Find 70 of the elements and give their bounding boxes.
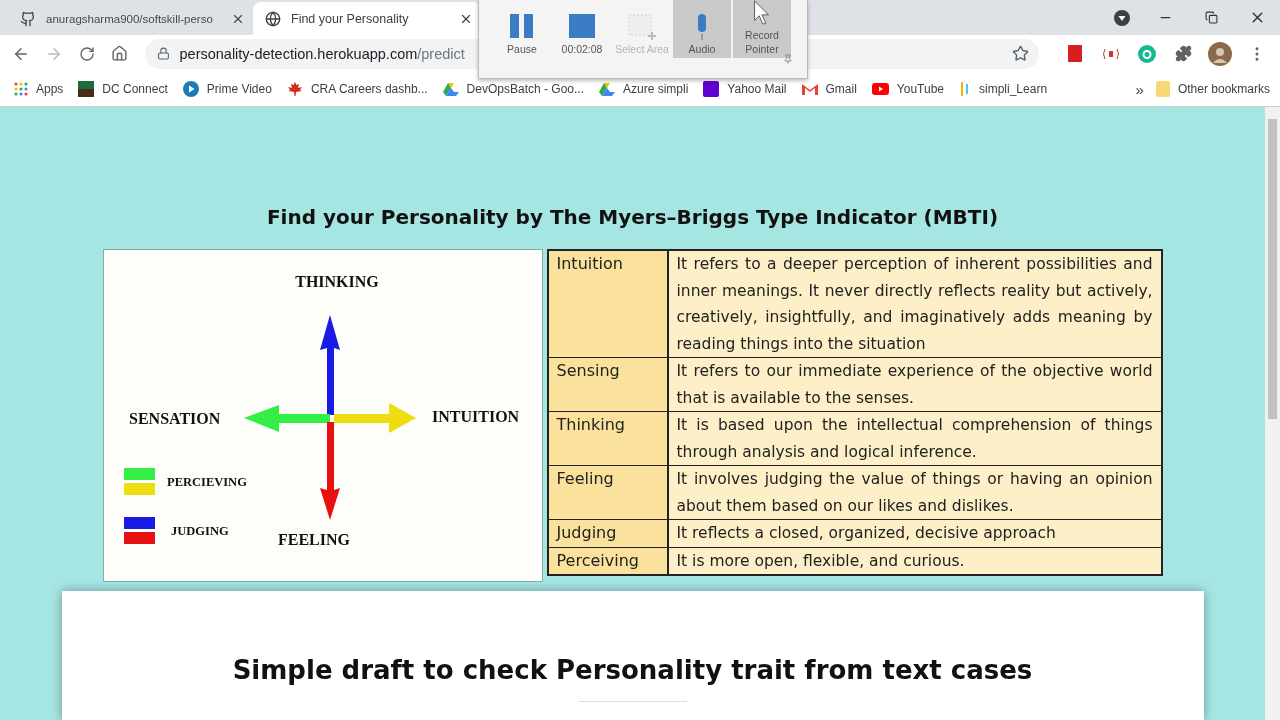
- legend-label: JUDGING: [170, 524, 229, 538]
- bookmark-link[interactable]: DevOpsBatch - Goo...: [442, 82, 584, 96]
- lock-icon: [156, 47, 170, 60]
- bars-icon: [959, 81, 971, 97]
- apps-icon: [14, 82, 28, 96]
- bookmark-icon: [703, 81, 720, 97]
- description-cell: It involves judging the value of things or having an opinion about them based on our likes and dislikes.: [668, 466, 1161, 520]
- github-icon: [20, 10, 36, 27]
- bookmark-link[interactable]: simpli_Learn: [959, 81, 1048, 97]
- description-cell: It is based upon the intellectual comprehension of things through analysis and logical inference.: [668, 412, 1161, 466]
- pause-icon: [508, 14, 536, 40]
- play-icon: [871, 83, 889, 95]
- axis-label: FEELING: [277, 531, 350, 548]
- description-cell-text: It is more open, flexible, and curious.: [675, 550, 966, 572]
- maple-leaf-icon: [286, 81, 303, 97]
- browser-tab[interactable]: Find your Personality: [253, 2, 481, 35]
- bookmark-icon: [78, 81, 95, 97]
- term-cell: Perceiving: [548, 547, 669, 574]
- card-heading: Simple draft to check Personality trait from text cases: [232, 655, 1033, 685]
- description-cell: It refers to our immediate experience of the objective world that is available to the senses.: [668, 358, 1161, 412]
- recorder-button[interactable]: 00:02:08: [553, 0, 611, 58]
- axis-label: INTUITION: [431, 408, 519, 425]
- home-icon[interactable]: [110, 45, 128, 62]
- more-bookmarks[interactable]: »: [1135, 80, 1144, 98]
- recorder-button[interactable]: Record Pointer: [733, 0, 791, 58]
- legend-swatch: [123, 468, 155, 495]
- description-cell: It reflects a closed, organized, decisive approach: [668, 520, 1161, 548]
- term-cell: Judging: [548, 520, 669, 548]
- cursor-icon: [752, 0, 772, 26]
- scrollbar[interactable]: [1265, 107, 1280, 720]
- bookmark-folder[interactable]: Other bookmarks: [1155, 81, 1270, 97]
- bookmark-link[interactable]: CRA Careers dashb...: [286, 81, 428, 97]
- recorder-button[interactable]: Audio: [673, 0, 731, 58]
- bookmark-link[interactable]: Apps: [14, 82, 64, 96]
- drive-icon: [442, 82, 459, 96]
- folder-icon: [1155, 81, 1170, 97]
- bookmark-link[interactable]: Prime Video: [182, 81, 272, 97]
- legend-label: PERCIEVING: [166, 475, 247, 489]
- mail-icon: [801, 83, 818, 95]
- recorder-button[interactable]: Pause: [493, 0, 551, 58]
- page-title: Find your Personality by The Myers–Briggs Type Indicator (MBTI): [266, 205, 999, 229]
- restore-icon[interactable]: [1204, 11, 1218, 24]
- book-icon[interactable]: [1067, 45, 1082, 62]
- extensions-icon[interactable]: [1175, 45, 1193, 62]
- globe-icon: [265, 10, 281, 27]
- axis-label: SENSATION: [128, 410, 220, 427]
- bookmark-link[interactable]: YouTube: [871, 82, 944, 96]
- term-cell: Sensing: [548, 358, 669, 412]
- bookmark-link[interactable]: DC Connect: [78, 81, 168, 97]
- drive-icon: [599, 82, 615, 96]
- avatar-icon[interactable]: [1208, 41, 1233, 66]
- star-icon[interactable]: [1012, 45, 1030, 62]
- bookmark-link[interactable]: Gmail: [801, 82, 857, 96]
- term-cell: Thinking: [548, 412, 669, 466]
- play-icon: [182, 81, 199, 97]
- axis-label: THINKING: [294, 273, 379, 290]
- term-cell: Intuition: [548, 251, 669, 358]
- browser-tab[interactable]: anuragsharma900/softskill-perso: [8, 2, 253, 35]
- stop-icon: [569, 14, 595, 40]
- select-area-icon: [628, 14, 656, 40]
- legend-swatch: [123, 517, 155, 544]
- extension-icon[interactable]: [1102, 47, 1121, 60]
- dropdown-icon[interactable]: [1114, 9, 1130, 26]
- url-text: personality-detection.herokuapp.com/predict: [179, 45, 465, 62]
- bookmark-link[interactable]: Yahoo Mail: [703, 81, 787, 97]
- pin-icon[interactable]: [783, 54, 793, 64]
- bookmark-link[interactable]: Azure simpli: [599, 82, 689, 96]
- reload-icon[interactable]: [78, 45, 95, 62]
- term-cell: Feeling: [548, 466, 669, 520]
- description-cell: It refers to a deeper perception of inherent possibilities and inner meanings. It never directly reflects reality but actively, creatively, insightfully, and imaginatively adds meaning by reading things into the situation: [668, 251, 1161, 358]
